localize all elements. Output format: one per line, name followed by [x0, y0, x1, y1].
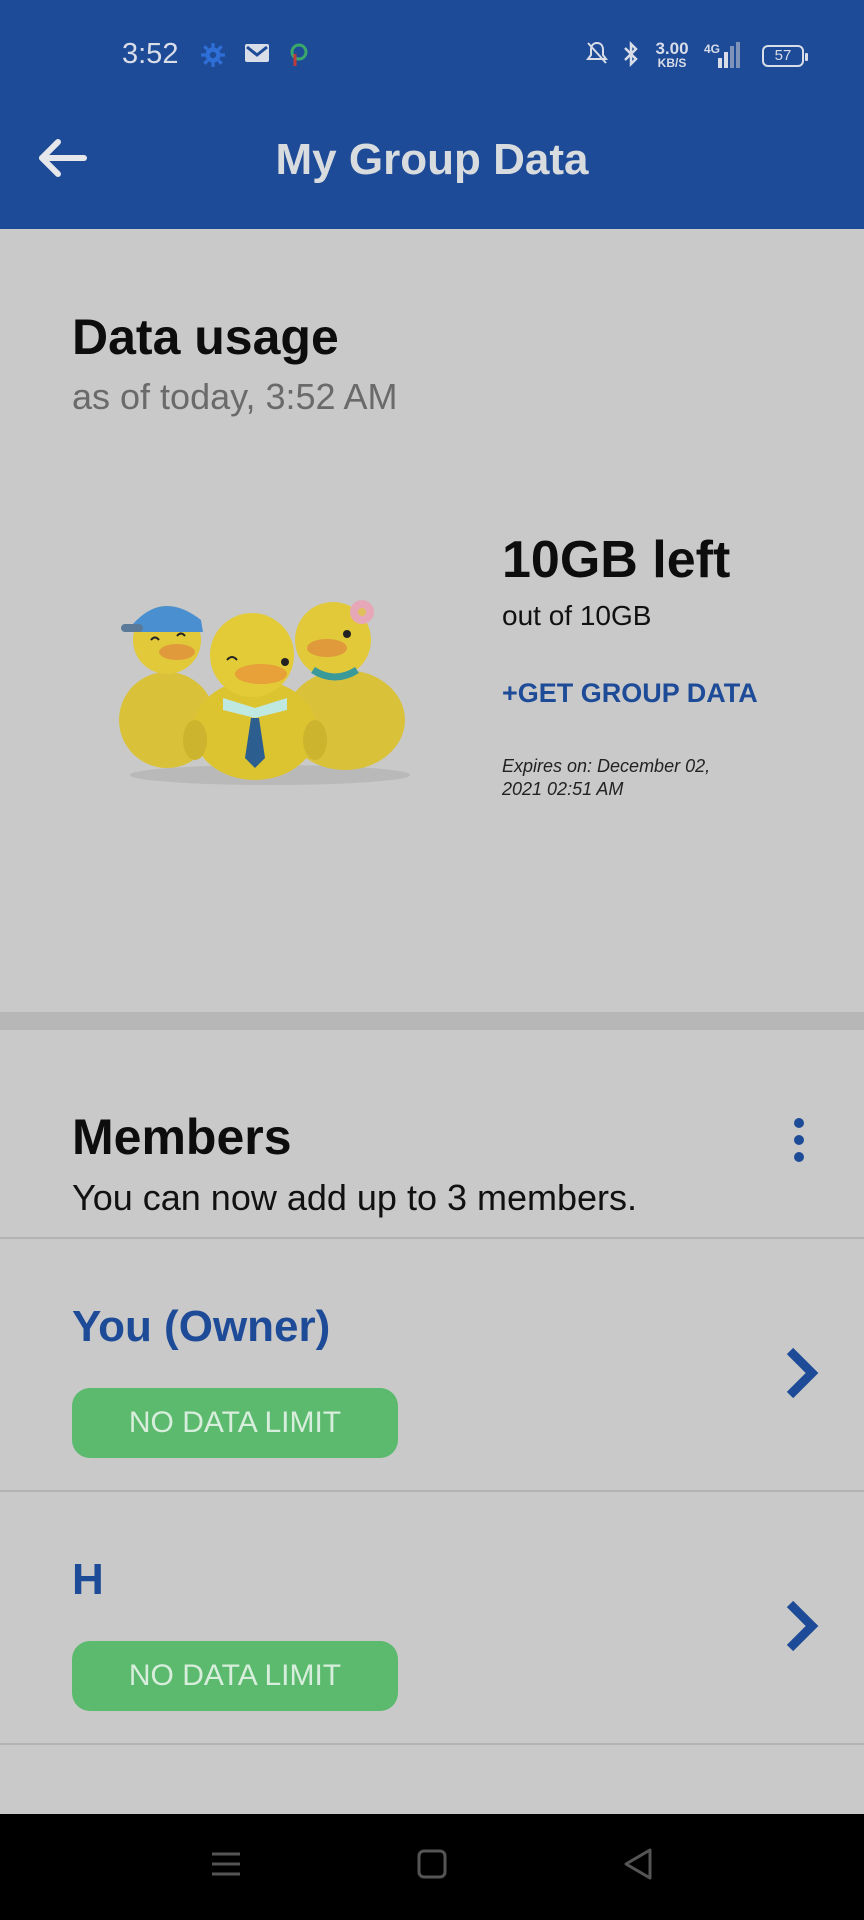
home-nav-button[interactable]: [414, 1844, 450, 1889]
settings-icon: [200, 42, 226, 73]
status-time: 3:52: [122, 38, 179, 70]
member-name: You (Owner): [72, 1302, 331, 1351]
data-total: out of 10GB: [502, 600, 652, 631]
usage-timestamp: as of today, 3:52 AM: [72, 376, 398, 417]
divider: [0, 1490, 864, 1492]
status-bar: 3:52 3.00 KB/S 4G 57: [0, 0, 864, 112]
section-divider: [0, 1012, 864, 1030]
data-limit-badge: NO DATA LIMIT: [72, 1388, 398, 1458]
member-name: H: [72, 1555, 104, 1604]
divider: [0, 1237, 864, 1239]
system-nav-bar: [0, 1814, 864, 1920]
data-limit-badge: NO DATA LIMIT: [72, 1641, 398, 1711]
menu-nav-button[interactable]: [208, 1844, 244, 1889]
page-title: My Group Data: [275, 135, 589, 184]
menu-icon: [212, 1852, 240, 1876]
chevron-right-icon: [786, 1600, 819, 1652]
data-remaining: 10GB left: [502, 531, 731, 589]
more-vert-icon: [794, 1118, 804, 1128]
signal-icon: 4G: [704, 40, 752, 75]
expiry-date: Expires on: December 02, 2021 02:51 AM: [502, 756, 711, 799]
members-subtitle: You can now add up to 3 members.: [72, 1177, 638, 1218]
more-options-button[interactable]: [780, 1110, 820, 1170]
usage-title: Data usage: [72, 309, 339, 365]
bluetooth-icon: [621, 40, 641, 73]
svg-text:4G: 4G: [704, 42, 720, 56]
battery-indicator: 57: [762, 45, 808, 67]
back-triangle-icon: [624, 1848, 652, 1880]
mail-icon: [244, 42, 270, 69]
ducks-illustration: [119, 600, 410, 785]
members-title: Members: [72, 1109, 292, 1165]
get-group-data-link[interactable]: +GET GROUP DATA: [502, 678, 758, 709]
back-nav-button[interactable]: [620, 1844, 656, 1889]
member-row-owner[interactable]: You (Owner) NO DATA LIMIT: [0, 1240, 864, 1490]
app-header: 3:52 3.00 KB/S 4G 57 My Group Data: [0, 0, 864, 229]
divider: [0, 1743, 864, 1745]
chevron-right-icon: [786, 1347, 819, 1399]
network-speed: 3.00 KB/S: [655, 39, 689, 70]
app-notification-icon: [288, 42, 310, 73]
member-row-h[interactable]: H NO DATA LIMIT: [0, 1493, 864, 1743]
mute-bell-icon: [585, 40, 609, 71]
home-square-icon: [417, 1849, 447, 1879]
